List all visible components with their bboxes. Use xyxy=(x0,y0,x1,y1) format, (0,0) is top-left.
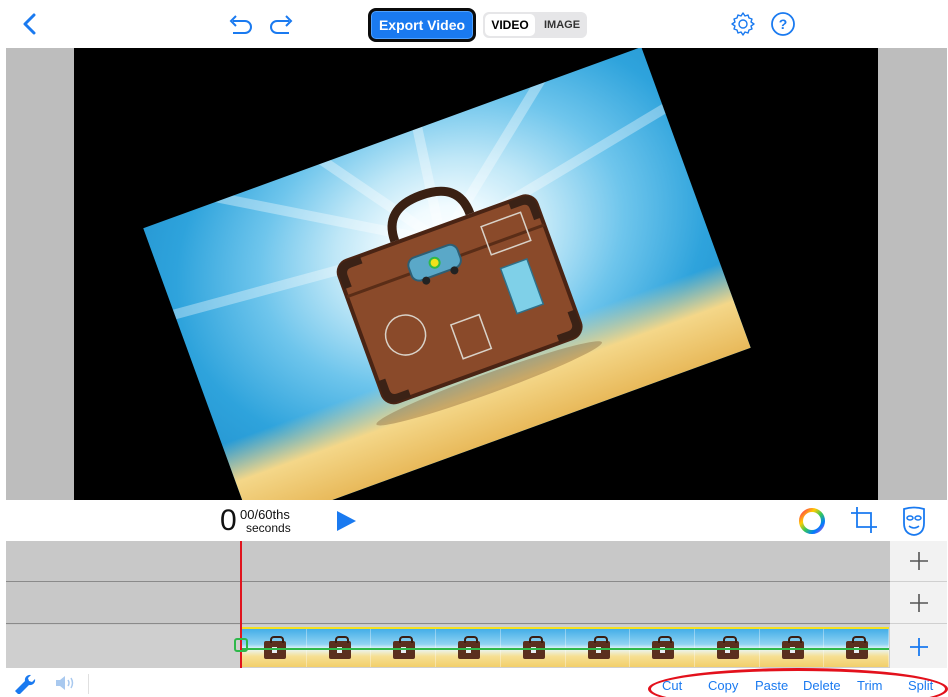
suitcase-thumbnail xyxy=(393,636,416,659)
suitcase-thumbnail xyxy=(264,636,286,659)
gear-icon[interactable] xyxy=(728,9,758,39)
color-wheel-icon[interactable] xyxy=(797,506,827,536)
suitcase-thumbnail xyxy=(716,636,739,659)
time-fraction: 00/60ths xyxy=(240,507,290,522)
suitcase-thumbnail xyxy=(458,636,481,659)
crop-icon[interactable] xyxy=(848,504,880,536)
suitcase-thumbnail xyxy=(652,636,675,659)
suitcase-thumbnail xyxy=(328,636,351,659)
mask-icon[interactable] xyxy=(899,505,929,537)
add-to-track-button[interactable] xyxy=(890,625,947,668)
time-seconds: 0 xyxy=(220,504,237,537)
mode-image-tab[interactable]: IMAGE xyxy=(537,12,587,38)
video-clip[interactable] xyxy=(242,627,889,667)
timeline-track[interactable] xyxy=(6,541,890,582)
suitcase-thumbnail xyxy=(781,636,804,659)
help-icon[interactable]: ? xyxy=(768,9,798,39)
volume-icon[interactable] xyxy=(54,674,76,692)
video-canvas[interactable] xyxy=(74,48,878,500)
undo-icon[interactable] xyxy=(226,10,256,38)
toolbar-divider xyxy=(88,674,89,694)
add-to-track-button[interactable] xyxy=(890,583,947,624)
svg-text:?: ? xyxy=(779,16,788,32)
timeline-track[interactable] xyxy=(6,583,890,624)
suitcase-thumbnail xyxy=(846,636,869,659)
suitcase-photo[interactable] xyxy=(143,48,751,500)
suitcase-thumbnail xyxy=(587,636,610,659)
chevron-left-icon[interactable] xyxy=(16,10,42,38)
video-preview-area xyxy=(6,48,947,500)
wrench-icon[interactable] xyxy=(12,672,36,695)
mode-segmented-control: VIDEO IMAGE xyxy=(483,12,587,38)
add-track-column xyxy=(890,541,947,668)
export-video-button[interactable]: Export Video xyxy=(368,8,476,42)
redo-icon[interactable] xyxy=(266,10,296,38)
clip-keyframe-line xyxy=(242,648,889,650)
top-toolbar: Export Video VIDEO IMAGE ? xyxy=(0,0,948,48)
play-icon[interactable] xyxy=(334,509,358,533)
suitcase-image xyxy=(147,48,693,426)
keyframe-marker[interactable] xyxy=(234,638,248,652)
mode-video-tab[interactable]: VIDEO xyxy=(485,14,535,36)
suitcase-thumbnail xyxy=(522,636,545,659)
add-to-track-button[interactable] xyxy=(890,541,947,582)
time-unit-label: seconds xyxy=(246,521,291,535)
